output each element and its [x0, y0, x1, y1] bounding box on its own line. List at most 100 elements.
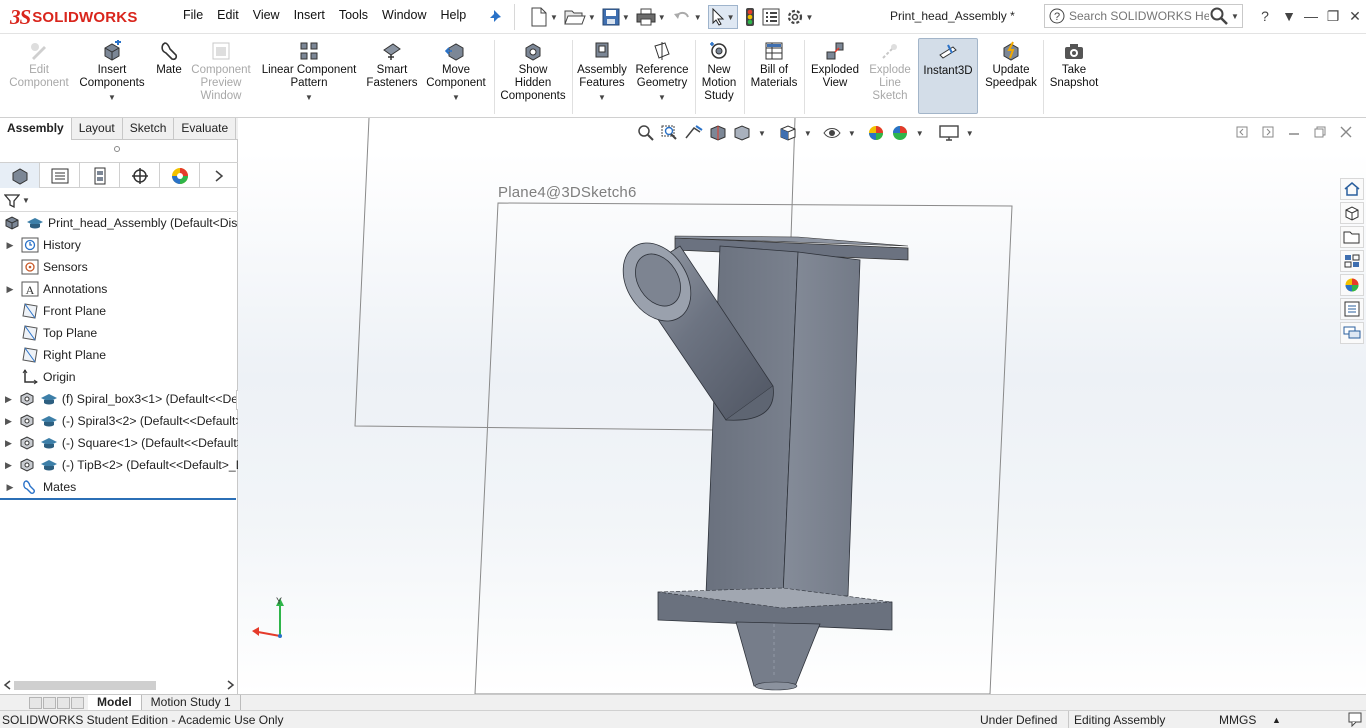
tree-item-spiral3[interactable]: ▶ (-) Spiral3<2> (Default<<Default>_Disp…	[0, 410, 238, 432]
new-motion-study-button[interactable]: New Motion Study	[698, 40, 740, 103]
expand-arrow-icon[interactable]: ▶	[5, 482, 15, 493]
viewport-minimize-icon[interactable]	[1288, 126, 1300, 138]
tab-sketch[interactable]: Sketch	[123, 118, 175, 140]
view-orientation-icon[interactable]	[778, 124, 798, 142]
scene-dropdown[interactable]: ▼	[916, 129, 924, 138]
tab-model[interactable]: Model	[88, 694, 142, 711]
viewport-restore-icon[interactable]	[1314, 126, 1326, 138]
tree-item-front-plane[interactable]: Front Plane	[0, 300, 238, 322]
edit-appearance-icon[interactable]	[866, 124, 886, 142]
task-pane-appearances[interactable]	[1340, 274, 1364, 296]
assembly-features-button[interactable]: Assembly Features ▼	[576, 40, 628, 104]
tree-filter[interactable]: ▼	[0, 190, 238, 212]
graphics-area[interactable]: Y Plane4@3DSketch6 ▼ ▼ ▼ ▼ ▼	[238, 118, 1366, 694]
more-tabs-button[interactable]	[200, 163, 238, 188]
view-settings-dropdown[interactable]: ▼	[966, 129, 974, 138]
apply-scene-icon[interactable]	[890, 124, 910, 142]
expand-arrow-icon[interactable]: ▶	[5, 416, 12, 427]
units-arrow-icon[interactable]: ▲	[1272, 715, 1281, 725]
scrollbar-thumb[interactable]	[14, 681, 156, 690]
print-button[interactable]: ▼	[636, 5, 666, 29]
expand-arrow-icon[interactable]: ▶	[5, 284, 15, 295]
explode-line-sketch-button[interactable]: Explode Line Sketch	[864, 40, 916, 103]
tree-item-top-plane[interactable]: Top Plane	[0, 322, 238, 344]
menu-file[interactable]: File	[176, 8, 210, 22]
menu-window[interactable]: Window	[375, 8, 433, 22]
expand-arrow-icon[interactable]: ▶	[5, 438, 12, 449]
hide-show-dropdown[interactable]: ▼	[848, 129, 856, 138]
bill-of-materials-button[interactable]: Bill of Materials	[748, 40, 800, 90]
insert-components-button[interactable]: Insert Components ▼	[78, 40, 146, 104]
mate-button[interactable]: Mate	[152, 40, 186, 77]
tab-display-manager[interactable]	[160, 163, 200, 188]
view-settings-icon[interactable]	[938, 124, 960, 142]
first-tab-button[interactable]	[29, 696, 42, 709]
task-pane-file-explorer[interactable]	[1340, 226, 1364, 248]
scroll-right-icon[interactable]	[224, 679, 236, 691]
edit-component-button[interactable]: Edit Component	[8, 40, 70, 90]
last-tab-button[interactable]	[71, 696, 84, 709]
collapse-right-icon[interactable]	[1262, 126, 1274, 138]
menu-tools[interactable]: Tools	[332, 8, 375, 22]
tree-item-right-plane[interactable]: Right Plane	[0, 344, 238, 366]
move-component-button[interactable]: Move Component ▼	[424, 40, 488, 104]
options-button[interactable]: ▼	[786, 5, 813, 29]
tab-layout[interactable]: Layout	[72, 118, 123, 140]
search-dropdown-icon[interactable]: ▼	[1231, 12, 1239, 21]
tree-item-annotations[interactable]: ▶ A Annotations	[0, 278, 238, 300]
panel-splitter-handle[interactable]	[114, 146, 120, 152]
tree-item-spiral-box3[interactable]: ▶ (f) Spiral_box3<1> (Default<<Default>_…	[0, 388, 238, 410]
tree-item-square[interactable]: ▶ (-) Square<1> (Default<<Default>_Displ…	[0, 432, 238, 454]
update-speedpak-button[interactable]: Update Speedpak	[982, 40, 1040, 90]
scroll-left-icon[interactable]	[2, 679, 14, 691]
help-search-input[interactable]	[1069, 9, 1209, 23]
component-preview-window-button[interactable]: Component Preview Window	[188, 40, 254, 103]
expand-arrow-icon[interactable]: ▶	[5, 394, 12, 405]
help-menu-button[interactable]: ?	[1254, 8, 1276, 24]
file-properties-button[interactable]	[762, 5, 780, 29]
expand-arrow-icon[interactable]: ▶	[5, 460, 12, 471]
section-view-icon[interactable]	[708, 124, 728, 142]
task-pane-forum[interactable]	[1340, 322, 1364, 344]
new-document-button[interactable]: ▼	[530, 5, 558, 29]
tree-item-sensors[interactable]: Sensors	[0, 256, 238, 278]
filter-dropdown-icon[interactable]: ▼	[22, 196, 30, 205]
tab-motion-study-1[interactable]: Motion Study 1	[142, 694, 241, 711]
menu-help[interactable]: Help	[434, 8, 474, 22]
exploded-view-button[interactable]: Exploded View	[808, 40, 862, 90]
help-search-box[interactable]: ? ▼	[1044, 4, 1243, 28]
menu-edit[interactable]: Edit	[210, 8, 246, 22]
view-orientation-dropdown[interactable]: ▼	[758, 129, 766, 138]
zoom-to-fit-icon[interactable]	[636, 124, 656, 142]
show-hidden-components-button[interactable]: Show Hidden Components	[498, 40, 568, 103]
tree-horizontal-scrollbar[interactable]	[0, 676, 238, 694]
zoom-to-area-icon[interactable]	[660, 124, 680, 142]
tree-item-tipb[interactable]: ▶ (-) TipB<2> (Default<<Default>_Display…	[0, 454, 238, 476]
task-pane-resources[interactable]	[1340, 178, 1364, 200]
undo-button[interactable]: ▼	[672, 5, 702, 29]
tree-item-root-assembly[interactable]: Print_head_Assembly (Default<Display Sta…	[0, 212, 238, 234]
help-dropdown-icon[interactable]: ▼	[1278, 8, 1300, 24]
instant3d-button[interactable]: Instant3D	[918, 38, 978, 114]
smart-fasteners-button[interactable]: Smart Fasteners	[364, 40, 420, 90]
dynamic-annotation-icon[interactable]	[732, 124, 752, 142]
pin-menu-icon[interactable]	[489, 9, 503, 23]
restore-button[interactable]: ❐	[1322, 8, 1344, 25]
task-pane-design-library[interactable]	[1340, 202, 1364, 224]
rollback-bar[interactable]	[0, 498, 236, 500]
quick-tips-button[interactable]	[1348, 712, 1364, 728]
tree-item-history[interactable]: ▶ History	[0, 234, 238, 256]
assembly-model-3d[interactable]: Y	[238, 118, 1366, 694]
solidworks-logo[interactable]: 3S SOLIDWORKS	[10, 3, 154, 31]
tab-feature-manager[interactable]	[0, 163, 40, 188]
reference-geometry-button[interactable]: Reference Geometry ▼	[632, 40, 692, 104]
tab-dimxpert-manager[interactable]	[120, 163, 160, 188]
minimize-button[interactable]: —	[1300, 8, 1322, 24]
display-style-dropdown[interactable]: ▼	[804, 129, 812, 138]
tab-property-manager[interactable]	[40, 163, 80, 188]
linear-component-pattern-button[interactable]: Linear Component Pattern ▼	[258, 40, 360, 104]
viewport-close-icon[interactable]	[1340, 126, 1352, 138]
task-pane-view-palette[interactable]	[1340, 250, 1364, 272]
tree-item-origin[interactable]: Origin	[0, 366, 238, 388]
collapse-left-icon[interactable]	[1236, 126, 1248, 138]
